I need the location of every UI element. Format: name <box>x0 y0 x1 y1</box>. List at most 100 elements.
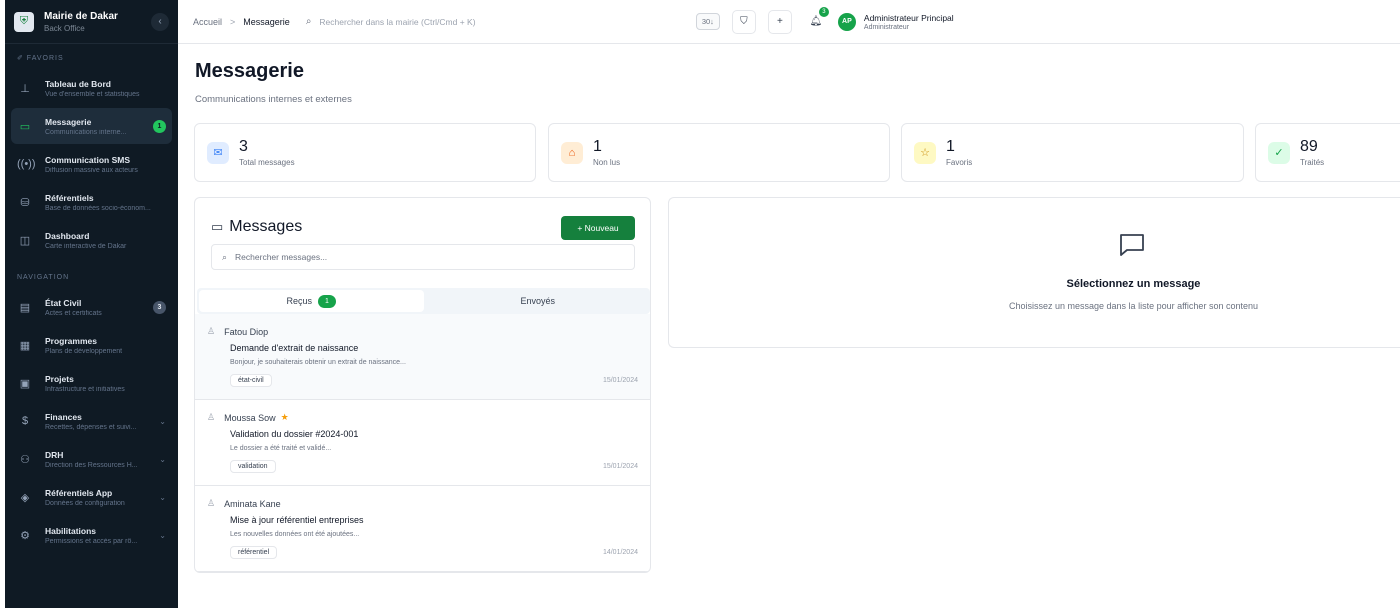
collapse-sidebar-button[interactable]: ‹ <box>151 12 169 31</box>
message-sender-name: Aminata Kane <box>224 498 281 509</box>
stat-card: ☆ 1 Favoris <box>901 123 1244 182</box>
sidebar-item-description: Données de configuration <box>45 499 125 507</box>
message-list-item[interactable]: ♙ Moussa Sow ★ Validation du dossier #2024-… <box>195 400 650 486</box>
tab-received-label: Reçus <box>286 296 312 306</box>
sidebar-item-label: Référentiels App <box>45 487 113 498</box>
sidebar-item-projets[interactable]: ▣ Projets Infrastructure et initiatives <box>11 365 172 401</box>
sidebar: ⛨ Mairie de Dakar Back Office ‹ ✐ Favori… <box>5 0 178 608</box>
stat-label: Traités <box>1300 157 1325 167</box>
filter-button[interactable]: ⛉ <box>731 9 756 34</box>
message-tag: référentiel <box>230 546 278 559</box>
global-search-input[interactable]: ⌕ Rechercher dans la mairie (Ctrl/Cmd + … <box>306 10 696 34</box>
message-date: 15/01/2024 <box>602 377 638 384</box>
message-tag: validation <box>230 460 276 473</box>
mail-icon: ✉ <box>207 141 229 164</box>
message-list-item[interactable]: ♙ Aminata Kane Mise à jour référentiel ent… <box>195 486 650 572</box>
chevron-down-icon[interactable]: ⌄ <box>159 531 166 540</box>
breadcrumb-separator: > <box>230 16 236 27</box>
sidebar-item-referentiels-app[interactable]: ◈ Référentiels App Données de configuratio… <box>11 479 172 515</box>
sidebar-item-text: État Civil Actes et certificats <box>45 298 153 317</box>
sidebar-item-description: Infrastructure et initiatives <box>45 385 125 393</box>
tab-received-badge: 1 <box>318 294 336 308</box>
section-favorites-label: ✐ Favoris <box>17 55 64 62</box>
document-icon: ▤ <box>19 301 31 314</box>
sidebar-item-description: Permissions et accès par rô... <box>45 537 138 545</box>
sidebar-item-description: Recettes, dépenses et suivi... <box>45 423 137 431</box>
chat-bubble-icon <box>1118 232 1146 264</box>
messages-tabs: Reçus 1 Envoyés <box>197 288 650 314</box>
sidebar-item-description: Vue d'ensemble et statistiques <box>45 90 140 98</box>
stat-value: 1 <box>593 137 602 155</box>
message-subject: Mise à jour référentiel entreprises <box>230 515 364 525</box>
messages-search-input[interactable]: ⌕ Rechercher messages... <box>211 244 635 270</box>
user-role: Administrateur <box>863 23 910 31</box>
user-icon: ♙ <box>207 326 216 336</box>
message-detail-panel: Sélectionnez un message Choisissez un me… <box>668 197 1400 348</box>
sidebar-item-description: Base de données socio-économ... <box>45 204 151 212</box>
user-icon: ♙ <box>207 412 216 422</box>
star-icon[interactable]: ★ <box>281 412 289 423</box>
sidebar-item-badge: 3 <box>153 300 166 314</box>
brand-title: Mairie de Dakar <box>44 10 118 22</box>
sidebar-item-label: Finances <box>45 411 82 422</box>
chevron-down-icon[interactable]: ⌄ <box>159 493 166 502</box>
brand: ⛨ Mairie de Dakar Back Office ‹ <box>5 0 178 44</box>
message-sender-name: Fatou Diop <box>224 326 269 337</box>
sidebar-item-etat-civil[interactable]: ▤ État Civil Actes et certificats 3 <box>11 289 172 325</box>
stat-card: ✉ 3 Total messages <box>194 123 536 182</box>
sidebar-item-label: Projets <box>45 373 74 384</box>
dollar-icon: $ <box>21 415 29 427</box>
chevron-down-icon[interactable]: ⌄ <box>159 417 166 426</box>
sidebar-item-tableau-de-bord[interactable]: ⊥ Tableau de Bord Vue d'ensemble et statis… <box>11 70 172 106</box>
sidebar-item-habilitations[interactable]: ⚙ Habilitations Permissions et accès par r… <box>11 517 172 553</box>
building-icon: ▣ <box>19 377 31 390</box>
sidebar-item-programmes[interactable]: ▦ Programmes Plans de développement <box>11 327 172 363</box>
sidebar-item-label: Tableau de Bord <box>45 78 111 89</box>
stat-label: Total messages <box>239 157 295 167</box>
filter-icon: ⛉ <box>740 16 748 27</box>
keyboard-shortcut-badge: 30↓ <box>695 13 720 30</box>
add-button[interactable]: + <box>767 9 792 34</box>
sidebar-item-label: Dashboard <box>45 230 90 241</box>
sidebar-item-communication-sms[interactable]: ((•)) Communication SMS Diffusion massive … <box>11 146 172 182</box>
chevron-down-icon[interactable]: ⌄ <box>159 455 166 464</box>
message-date: 15/01/2024 <box>602 463 638 470</box>
message-sender: ♙ Aminata Kane <box>207 498 281 509</box>
sidebar-item-referentiels[interactable]: ⛁ Référentiels Base de données socio-écono… <box>11 184 172 220</box>
sidebar-item-dashboard[interactable]: ◫ Dashboard Carte interactive de Dakar <box>11 222 172 258</box>
tab-received[interactable]: Reçus 1 <box>199 290 424 312</box>
breadcrumb-home[interactable]: Accueil <box>193 17 222 27</box>
sidebar-item-text: Référentiels Base de données socio-économ… <box>45 193 166 212</box>
stat-text: 1 Non lus <box>593 137 620 167</box>
breadcrumb-current: Messagerie <box>243 16 290 27</box>
sidebar-item-description: Carte interactive de Dakar <box>45 242 127 250</box>
message-list-item[interactable]: ♙ Fatou Diop Demande d'extrait de naissanc… <box>195 314 650 400</box>
sidebar-item-label: Habilitations <box>45 525 97 536</box>
sidebar-item-drh[interactable]: ⚇ DRH Direction des Ressources H... ⌄ <box>11 441 172 477</box>
sidebar-item-text: Programmes Plans de développement <box>45 336 166 355</box>
new-message-button[interactable]: + Nouveau <box>561 216 635 240</box>
search-icon: ⌕ <box>222 251 228 262</box>
user-menu[interactable]: AP Administrateur Principal Administrate… <box>837 12 954 31</box>
map-icon: ◫ <box>19 234 31 247</box>
inbox-icon: ⌂ <box>561 141 583 164</box>
tab-sent-label: Envoyés <box>520 296 556 306</box>
stat-text: 89 Traités <box>1300 138 1325 167</box>
sidebar-item-description: Actes et certificats <box>45 309 102 317</box>
sidebar-item-text: Habilitations Permissions et accès par rô… <box>45 526 159 545</box>
messages-panel: ▭ Messages + Nouveau ⌕ Rechercher messag… <box>194 197 651 573</box>
notifications-button[interactable]: 🔔︎ 3 <box>804 6 829 34</box>
messages-title: Messages <box>229 218 303 235</box>
sidebar-item-messagerie[interactable]: ▭ Messagerie Communications interne... 1 <box>11 108 172 144</box>
sidebar-item-description: Plans de développement <box>45 347 123 355</box>
sidebar-item-badge: 1 <box>153 119 166 133</box>
messages-search-placeholder: Rechercher messages... <box>235 252 328 262</box>
sidebar-item-description: Communications interne... <box>45 128 127 136</box>
tab-sent[interactable]: Envoyés <box>426 288 651 314</box>
sidebar-item-finances[interactable]: $ Finances Recettes, dépenses et suivi... ⌄ <box>11 403 172 439</box>
stat-card: ⌂ 1 Non lus <box>548 123 890 182</box>
sidebar-item-text: DRH Direction des Ressources H... <box>45 450 159 469</box>
sidebar-item-label: DRH <box>45 449 64 460</box>
chat-icon: ▭ <box>211 219 224 234</box>
user-icon: ♙ <box>207 498 216 508</box>
